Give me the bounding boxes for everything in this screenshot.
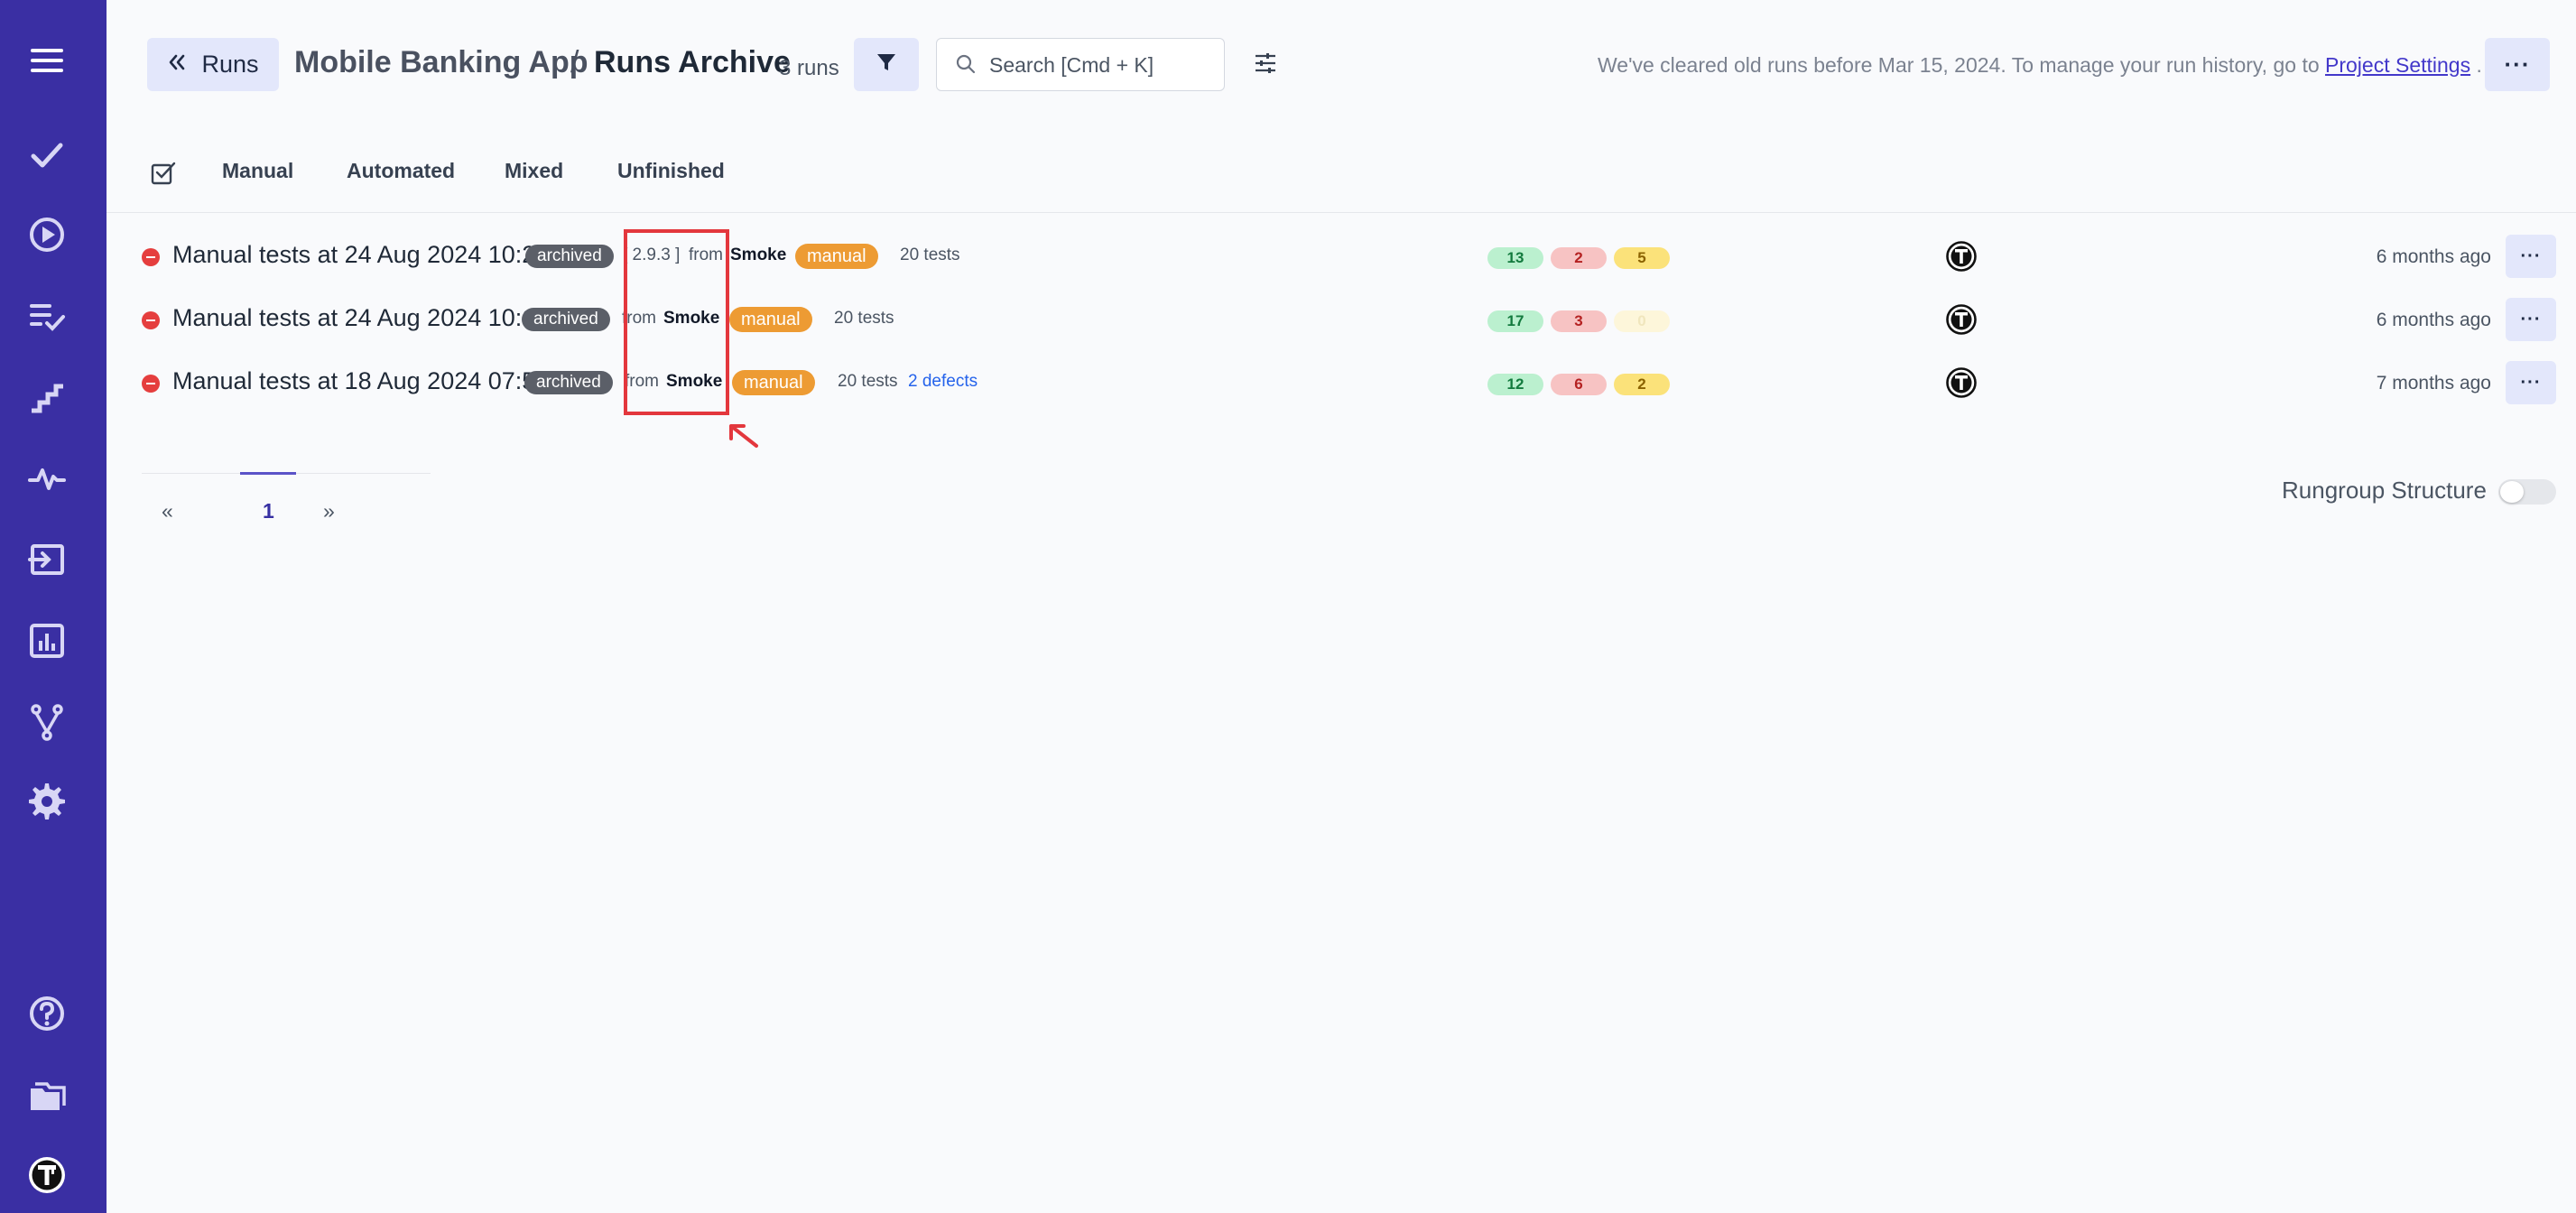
sidebar	[0, 0, 107, 1213]
play-circle-icon[interactable]	[19, 207, 75, 263]
tab-automated[interactable]: Automated	[347, 159, 455, 183]
run-tests-count: 20 tests	[834, 309, 894, 328]
testomat-logo-icon[interactable]	[19, 1147, 75, 1203]
archive-notice-end: .	[2476, 53, 2482, 77]
manual-badge: manual	[732, 370, 815, 395]
filter-button[interactable]	[854, 38, 919, 91]
rungroup-structure-label: Rungroup Structure	[2282, 477, 2487, 504]
passed-count: 12	[1487, 374, 1543, 395]
import-icon[interactable]	[19, 532, 75, 588]
search-icon	[955, 53, 977, 79]
skipped-count: 0	[1614, 310, 1670, 332]
passed-count: 17	[1487, 310, 1543, 332]
tab-manual[interactable]: Manual	[222, 159, 293, 183]
archived-highlight-box	[624, 229, 729, 415]
help-icon[interactable]	[19, 986, 75, 1042]
pulse-icon[interactable]	[19, 450, 75, 506]
gear-icon[interactable]	[19, 773, 75, 829]
run-time-ago: 7 months ago	[2376, 373, 2491, 394]
run-row[interactable]: Manual tests at 24 Aug 2024 10:25 archiv…	[107, 228, 2576, 282]
run-type-tabs: Manual Automated Mixed Unfinished	[107, 135, 2576, 213]
failed-status-icon	[142, 248, 160, 266]
archived-badge: archived	[522, 308, 610, 331]
pager-next[interactable]: »	[323, 499, 335, 523]
select-all-check-icon[interactable]	[148, 159, 177, 188]
run-time-ago: 6 months ago	[2376, 246, 2491, 267]
bar-chart-icon[interactable]	[19, 613, 75, 669]
runs-count: 3 runs	[779, 56, 839, 80]
row-actions-button[interactable]: ···	[2506, 361, 2556, 404]
pager-current[interactable]: 1	[263, 499, 274, 523]
tab-unfinished[interactable]: Unfinished	[617, 159, 725, 183]
run-tests-count: 20 tests	[838, 372, 898, 391]
archived-badge: archived	[525, 245, 614, 268]
run-tests-count: 20 tests	[900, 245, 960, 264]
check-icon[interactable]	[19, 127, 75, 183]
filter-icon	[876, 51, 897, 78]
archived-badge: archived	[524, 371, 613, 394]
user-avatar	[1946, 241, 1977, 272]
page-title: Runs Archive	[594, 45, 791, 79]
user-avatar	[1946, 304, 1977, 335]
stairs-icon[interactable]	[19, 369, 75, 425]
folders-icon[interactable]	[19, 1068, 75, 1124]
double-chevron-left-icon	[167, 51, 187, 79]
row-actions-button[interactable]: ···	[2506, 235, 2556, 278]
run-title[interactable]: Manual tests at 24 Aug 2024 10:17	[172, 304, 549, 332]
passed-count: 13	[1487, 247, 1543, 269]
back-to-runs-button[interactable]: Runs	[147, 38, 279, 91]
row-actions-button[interactable]: ···	[2506, 298, 2556, 341]
skipped-count: 2	[1614, 374, 1670, 395]
user-avatar	[1946, 367, 1977, 398]
more-options-button[interactable]: ···	[2485, 38, 2550, 91]
pagination: « 1 »	[142, 472, 431, 542]
failed-status-icon	[142, 311, 160, 329]
failed-count: 3	[1551, 310, 1607, 332]
search-box[interactable]	[936, 38, 1225, 91]
breadcrumb-separator: /	[570, 45, 579, 79]
pager-prev[interactable]: «	[162, 499, 173, 523]
pager-active-indicator	[240, 472, 296, 475]
list-check-icon[interactable]	[19, 288, 75, 344]
back-button-label: Runs	[201, 51, 259, 78]
sliders-icon	[1253, 51, 1278, 80]
view-settings-button[interactable]	[1247, 47, 1283, 83]
run-title[interactable]: Manual tests at 24 Aug 2024 10:25	[172, 241, 549, 269]
project-settings-link[interactable]: Project Settings	[2325, 53, 2470, 77]
run-suite[interactable]: Smoke	[730, 245, 786, 265]
failed-count: 6	[1551, 374, 1607, 395]
run-row[interactable]: Manual tests at 24 Aug 2024 10:17 archiv…	[107, 292, 2576, 346]
main-content: Runs Mobile Banking App / Runs Archive 3…	[107, 0, 2576, 1213]
run-time-ago: 6 months ago	[2376, 310, 2491, 330]
rungroup-structure-toggle[interactable]	[2498, 479, 2556, 505]
toggle-knob	[2500, 481, 2524, 503]
failed-count: 2	[1551, 247, 1607, 269]
run-defects-link[interactable]: 2 defects	[908, 372, 978, 392]
archive-notice: We've cleared old runs before Mar 15, 20…	[1598, 53, 2482, 78]
menu-icon[interactable]	[19, 32, 75, 88]
archive-notice-text: We've cleared old runs before Mar 15, 20…	[1598, 53, 2320, 77]
manual-badge: manual	[795, 244, 878, 269]
branch-icon[interactable]	[19, 694, 75, 750]
failed-status-icon	[142, 375, 160, 393]
run-row[interactable]: Manual tests at 18 Aug 2024 07:53 archiv…	[107, 355, 2576, 409]
run-title[interactable]: Manual tests at 18 Aug 2024 07:53	[172, 367, 549, 395]
manual-badge: manual	[729, 307, 812, 332]
breadcrumb-project[interactable]: Mobile Banking App	[294, 45, 588, 80]
search-input[interactable]	[989, 48, 1215, 82]
annotation-arrow-icon	[726, 421, 762, 456]
skipped-count: 5	[1614, 247, 1670, 269]
tab-mixed[interactable]: Mixed	[505, 159, 563, 183]
